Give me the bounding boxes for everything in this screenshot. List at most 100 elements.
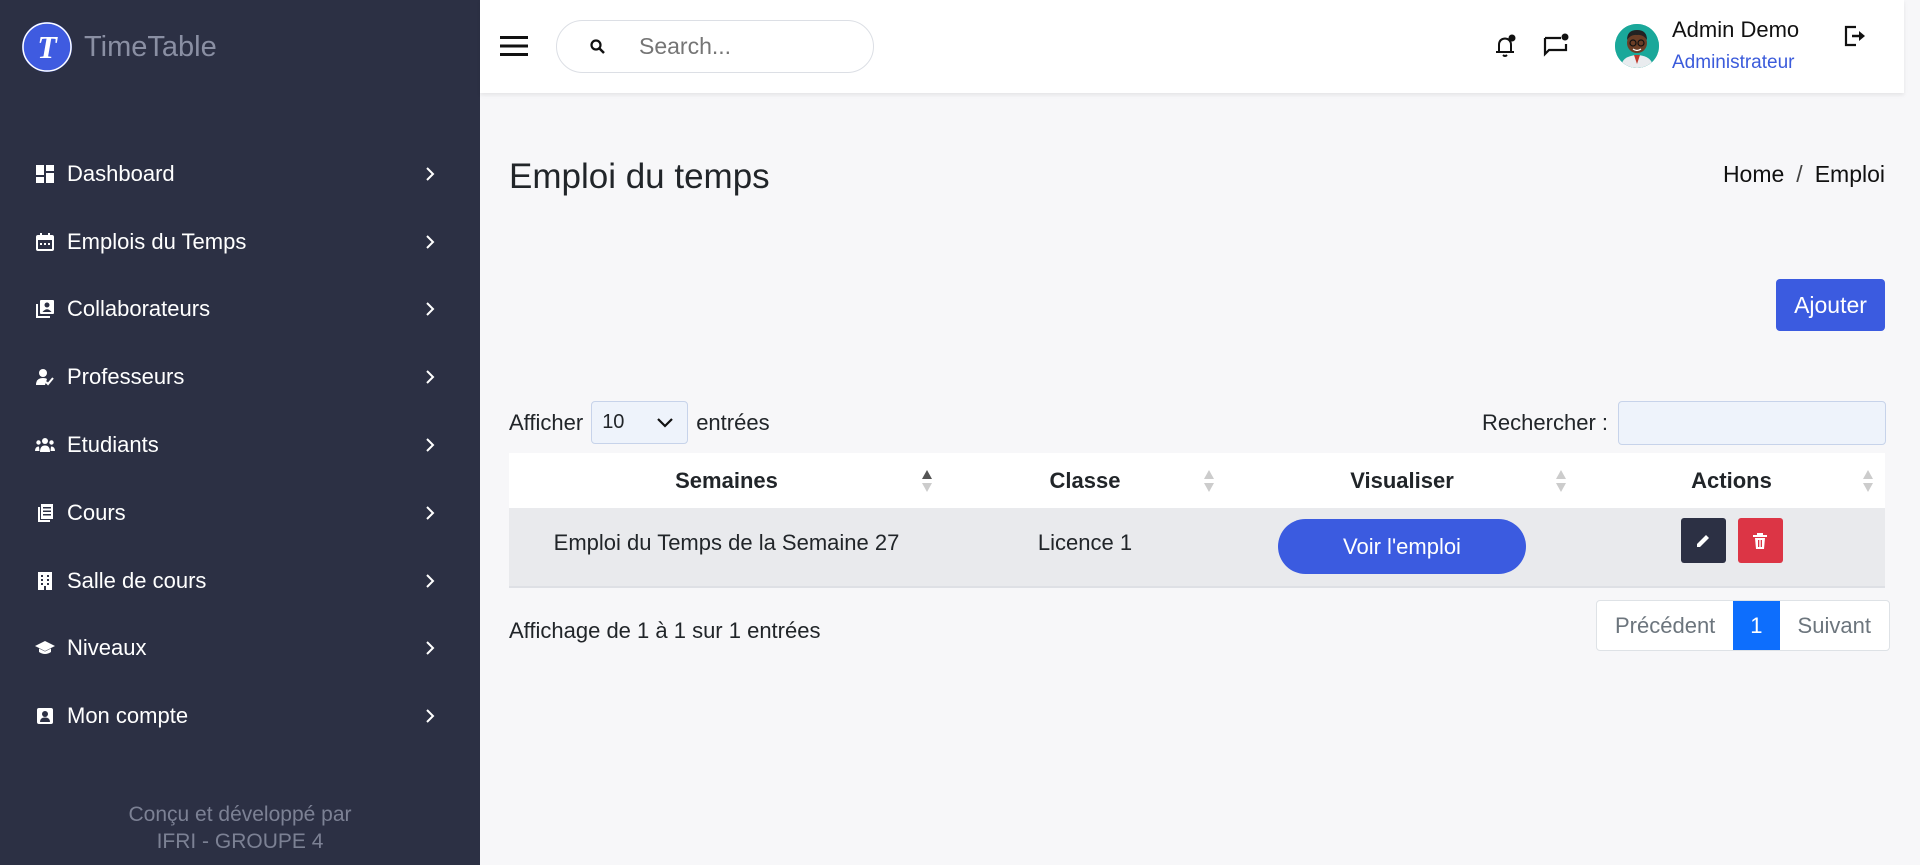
column-header-classe[interactable]: Classe [944,453,1226,508]
sidebar-item-niveaux[interactable]: Niveaux [0,615,480,683]
column-header-semaines[interactable]: Semaines [509,453,944,508]
dashboard-icon [35,164,55,184]
breadcrumb-home[interactable]: Home [1723,161,1784,188]
search-icon [587,36,609,58]
calendar-icon [35,232,55,252]
cell-classe: Licence 1 [1037,530,1133,555]
edit-button[interactable] [1680,518,1726,563]
column-header-label: Semaines [675,467,778,493]
sidebar-item-label: Dashboard [67,160,175,186]
sort-icon [1863,470,1873,492]
sidebar-item-label: Mon compte [67,703,189,729]
column-header-label: Actions [1691,467,1772,493]
search-input[interactable] [639,33,839,60]
sort-icon [1204,470,1214,492]
cell-actions [1578,508,1885,586]
table-filter: Rechercher : [1482,401,1886,445]
logout-icon[interactable] [1842,22,1870,50]
breadcrumb-current: Emploi [1814,161,1885,187]
column-header-label: Visualiser [1350,467,1454,493]
table-header-row: Semaines Classe Visualiser Actions [509,453,1885,508]
brand[interactable]: T TimeTable [22,22,217,72]
user-role: Administrateur [1672,52,1795,73]
entries-suffix: entrées [696,409,770,435]
avatar[interactable] [1615,24,1659,68]
sidebar-item-cours[interactable]: Cours [0,479,480,547]
entries-length-control: Afficher 10 entrées [509,401,770,444]
sidebar-item-label: Etudiants [67,432,159,458]
sidebar-item-collaborateurs[interactable]: Collaborateurs [0,276,480,344]
delete-button[interactable] [1737,518,1783,563]
page-title: Emploi du temps [509,157,770,196]
sidebar-item-dashboard[interactable]: Dashboard [0,140,480,208]
filter-input[interactable] [1618,401,1886,445]
building-icon [35,571,55,591]
footer-credit: Conçu et développé par IFRI - GROUPE 4 [0,801,480,855]
sidebar-item-etudiants[interactable]: Etudiants [0,411,480,479]
pagination-previous[interactable]: Précédent [1597,601,1733,650]
chevron-right-icon [420,706,440,726]
pagination: Précédent 1 Suivant [1596,600,1890,651]
sidebar-menu: Dashboard Emplois du Temps Collaborateur… [0,140,480,750]
chevron-right-icon [420,503,440,523]
sidebar-item-professeurs[interactable]: Professeurs [0,343,480,411]
search-box[interactable] [556,20,874,73]
user-name: Admin Demo [1672,17,1800,42]
sort-icon [1556,470,1566,492]
breadcrumb: Home / Emploi [1723,161,1885,188]
footer-credit-line2: IFRI - GROUPE 4 [156,830,324,853]
sidebar-item-label: Niveaux [67,635,147,661]
chevron-right-icon [420,164,440,184]
messages-icon[interactable] [1542,32,1570,60]
course-icon [35,503,55,523]
chevron-down-icon [657,411,673,434]
sidebar-item-compte[interactable]: Mon compte [0,682,480,750]
chevron-right-icon [420,299,440,319]
brand-logo-letter: T [37,29,58,65]
chevron-right-icon [420,638,440,658]
sidebar-item-label: Professeurs [67,364,185,390]
footer-credit-line1: Conçu et développé par [128,803,352,826]
brand-logo: T [22,22,72,72]
collaborators-icon [35,299,55,319]
entries-length-value: 10 [602,411,625,433]
sidebar: T TimeTable Dashboard Emplois du Temps C… [0,0,480,865]
column-header-visualiser[interactable]: Visualiser [1226,453,1578,508]
chevron-right-icon [420,435,440,455]
sidebar-item-label: Collaborateurs [67,296,211,322]
breadcrumb-separator: / [1796,161,1803,187]
sidebar-item-emplois[interactable]: Emplois du Temps [0,208,480,276]
chevron-right-icon [420,232,440,252]
table-info: Affichage de 1 à 1 sur 1 entrées [509,618,821,643]
chevron-right-icon [420,367,440,387]
trash-icon [1753,532,1767,549]
sidebar-item-label: Cours [67,499,126,525]
graduation-cap-icon [35,638,55,658]
filter-label: Rechercher : [1482,410,1608,435]
teacher-icon [35,367,55,387]
sidebar-item-label: Salle de cours [67,567,207,593]
brand-name: TimeTable [84,30,217,63]
view-schedule-button[interactable]: Voir l'emploi [1278,519,1526,574]
account-icon [35,706,55,726]
sidebar-item-label: Emplois du Temps [67,228,247,254]
entries-length-select[interactable]: 10 [591,401,689,444]
column-header-label: Classe [1049,467,1121,493]
top-header: Admin Demo Administrateur [480,0,1904,93]
pagination-next[interactable]: Suivant [1780,601,1889,650]
notification-bell-icon[interactable] [1492,32,1520,60]
add-button[interactable]: Ajouter [1776,279,1885,331]
pagination-page-1[interactable]: 1 [1733,601,1780,650]
sidebar-item-salle[interactable]: Salle de cours [0,547,480,615]
cell-visualiser: Voir l'emploi [1226,508,1578,586]
hamburger-menu-icon[interactable] [500,33,530,59]
chevron-right-icon [420,571,440,591]
column-header-actions[interactable]: Actions [1578,453,1885,508]
pencil-icon [1697,534,1709,547]
schedule-table: Semaines Classe Visualiser Actions Emplo… [509,453,1885,588]
sort-asc-icon [922,470,932,492]
cell-semaine: Emploi du Temps de la Semaine 27 [553,530,900,555]
entries-prefix: Afficher [509,409,584,435]
table-row: Emploi du Temps de la Semaine 27 Licence… [509,508,1885,588]
students-icon [35,435,55,455]
